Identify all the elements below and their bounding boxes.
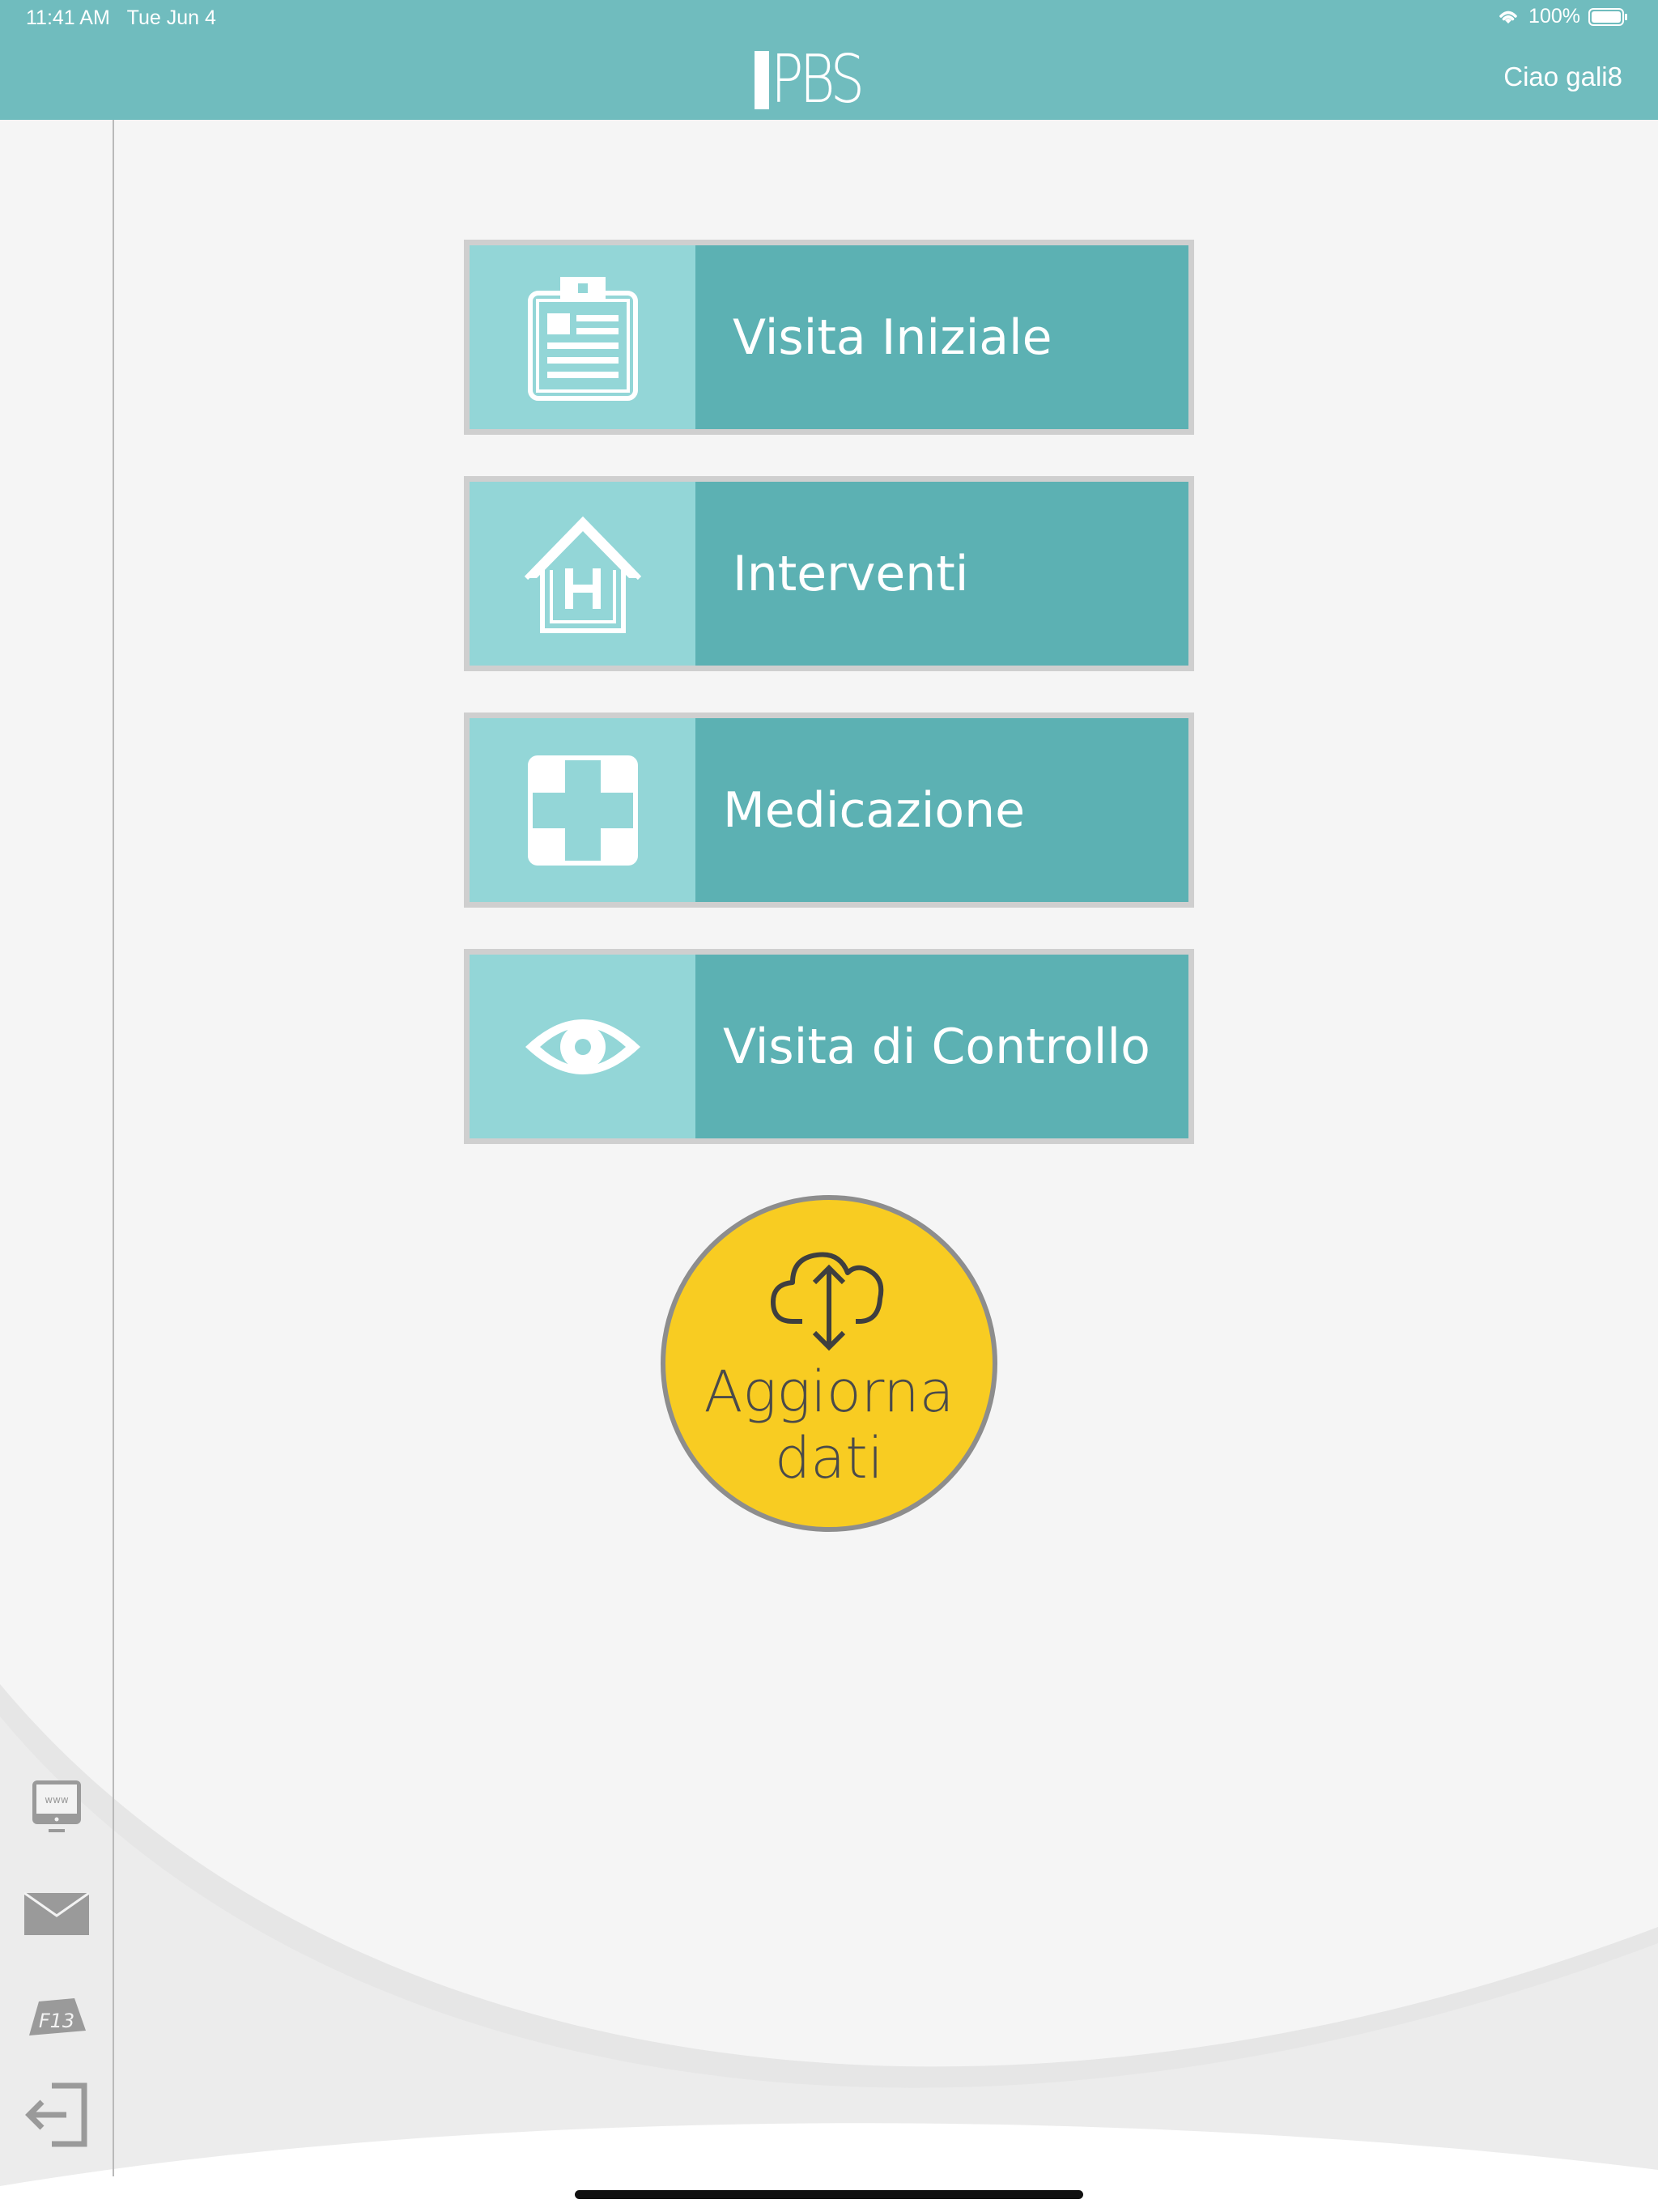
web-monitor-icon[interactable]: www (23, 1773, 91, 1841)
tile-icon-area (470, 718, 695, 902)
tile-label-area: Interventi (695, 482, 1188, 666)
logout-icon[interactable] (23, 2081, 91, 2149)
logo-bar (755, 51, 769, 109)
sidebar-divider (113, 120, 114, 2176)
medical-cross-icon (527, 755, 638, 866)
status-indicators: 100% (1496, 5, 1629, 28)
battery-percent: 100% (1528, 5, 1580, 28)
update-line-1: Aggiorna (704, 1359, 954, 1425)
user-greeting[interactable]: Ciao gali8 (1503, 62, 1622, 92)
aggiorna-dati-label: Aggiorna dati (704, 1359, 954, 1491)
visita-iniziale-button[interactable]: Visita Iniziale (464, 240, 1194, 435)
logo-text: PBS (771, 41, 865, 118)
visita-iniziale-label: Visita Iniziale (733, 308, 1052, 366)
status-time: 11:41 AM Tue Jun 4 (26, 6, 216, 30)
home-indicator[interactable] (575, 2190, 1083, 2199)
tile-icon-area (470, 482, 695, 666)
interventi-button[interactable]: Interventi (464, 476, 1194, 671)
wifi-icon (1499, 11, 1517, 23)
tile-label-area: Visita Iniziale (695, 245, 1188, 429)
aggiorna-dati-button[interactable]: Aggiorna dati (661, 1195, 997, 1532)
status-date: Tue Jun 4 (126, 6, 216, 29)
cloud-sync-icon (771, 1252, 884, 1351)
background-swoosh (0, 1684, 1658, 2212)
mail-icon[interactable] (23, 1880, 91, 1948)
tile-icon-area (470, 955, 695, 1138)
f13-tag-text: F13 (39, 2010, 74, 2032)
status-clock: 11:41 AM (26, 6, 110, 29)
clipboard-icon (527, 276, 638, 401)
tile-label-area: Visita di Controllo (695, 955, 1188, 1138)
battery-icon (1588, 7, 1627, 26)
tile-icon-area (470, 245, 695, 429)
pbs-logo: PBS (755, 41, 900, 118)
update-line-2: dati (774, 1425, 884, 1491)
medicazione-label: Medicazione (723, 781, 1026, 839)
interventi-label: Interventi (733, 545, 969, 602)
eye-icon (525, 1019, 640, 1074)
tile-label-area: Medicazione (695, 718, 1188, 902)
hospital-icon (524, 516, 641, 633)
f13-tag-icon[interactable]: F13 (23, 1985, 91, 2053)
header-bar: 11:41 AM Tue Jun 4 100% PBS Ciao gali8 (0, 0, 1658, 120)
visita-di-controllo-label: Visita di Controllo (723, 1018, 1150, 1075)
web-monitor-text: www (45, 1794, 69, 1806)
visita-di-controllo-button[interactable]: Visita di Controllo (464, 949, 1194, 1144)
medicazione-button[interactable]: Medicazione (464, 713, 1194, 908)
